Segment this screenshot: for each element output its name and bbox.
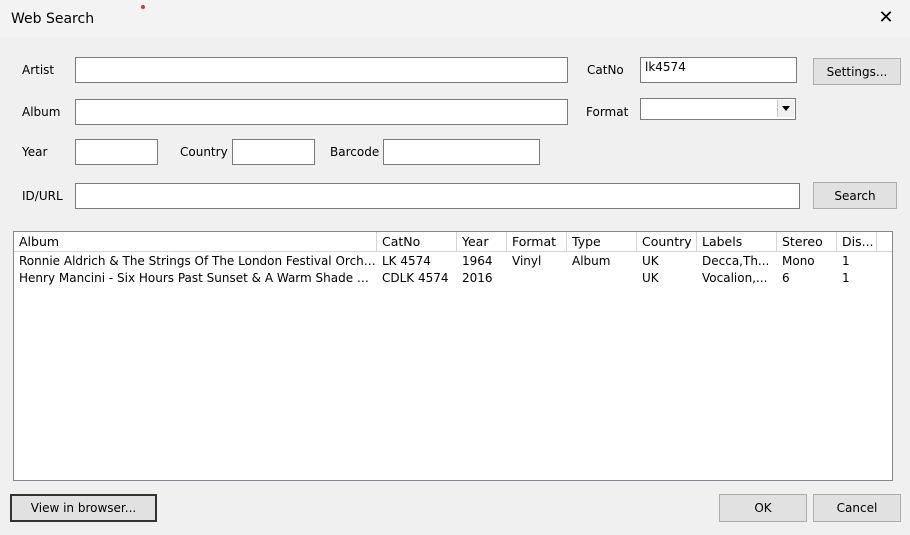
cell-format <box>507 270 567 287</box>
country-label: Country <box>180 145 228 159</box>
country-input[interactable] <box>232 139 315 165</box>
cell-album: Henry Mancini - Six Hours Past Sunset & … <box>19 271 377 285</box>
column-header-discs[interactable]: Dis... <box>837 232 877 252</box>
album-label: Album <box>22 105 61 119</box>
chevron-down-icon[interactable] <box>777 100 794 117</box>
column-header-country[interactable]: Country <box>637 232 697 252</box>
cell-format: Vinyl <box>512 254 542 268</box>
close-icon[interactable]: ✕ <box>876 8 896 28</box>
column-header-labels[interactable]: Labels <box>697 232 777 252</box>
column-header-type[interactable]: Type <box>567 232 637 252</box>
year-label: Year <box>22 145 48 159</box>
cell-discs: 1 <box>842 254 850 268</box>
cell-stereo: 6 <box>782 271 790 285</box>
list-header: Album CatNo Year Format Type Country Lab… <box>14 232 892 253</box>
format-select[interactable] <box>640 98 796 120</box>
status-dot <box>141 5 145 9</box>
catno-label: CatNo <box>587 63 624 77</box>
cell-album: Ronnie Aldrich & The Strings Of The Lond… <box>19 254 377 268</box>
cell-country: UK <box>642 254 659 268</box>
cell-type <box>567 270 637 287</box>
cell-year: 1964 <box>462 254 493 268</box>
cancel-button[interactable]: Cancel <box>813 494 901 522</box>
title-bar: Web Search ✕ <box>0 0 910 38</box>
cell-catno: CDLK 4574 <box>382 271 449 285</box>
column-header-year[interactable]: Year <box>457 232 507 252</box>
album-input[interactable] <box>75 99 568 125</box>
format-selected-value <box>641 100 646 117</box>
column-header-stereo[interactable]: Stereo <box>777 232 837 252</box>
barcode-label: Barcode <box>330 145 380 159</box>
cell-labels: Vocalion,... <box>702 271 768 285</box>
window-title: Web Search <box>11 11 95 27</box>
artist-label: Artist <box>22 63 55 77</box>
idurl-label: ID/URL <box>22 189 63 203</box>
cell-country: UK <box>642 271 659 285</box>
view-in-browser-button[interactable]: View in browser... <box>10 494 157 522</box>
idurl-input[interactable] <box>75 183 800 209</box>
column-header-album[interactable]: Album <box>14 232 377 252</box>
settings-button[interactable]: Settings... <box>813 58 901 85</box>
column-header-format[interactable]: Format <box>507 232 567 252</box>
artist-input[interactable] <box>75 57 568 83</box>
cell-stereo: Mono <box>782 254 815 268</box>
cell-labels: Decca,Th... <box>702 254 770 268</box>
cell-year: 2016 <box>462 271 493 285</box>
ok-button[interactable]: OK <box>719 494 807 522</box>
year-input[interactable] <box>75 139 158 165</box>
barcode-input[interactable] <box>383 139 540 165</box>
cell-discs: 1 <box>842 271 850 285</box>
results-list[interactable]: Album CatNo Year Format Type Country Lab… <box>13 231 893 481</box>
search-button[interactable]: Search <box>813 182 897 209</box>
column-header-filler <box>877 232 892 252</box>
cell-catno: LK 4574 <box>382 254 431 268</box>
catno-input[interactable] <box>640 57 797 83</box>
table-row[interactable]: Henry Mancini - Six Hours Past Sunset & … <box>14 270 892 287</box>
table-row[interactable]: Ronnie Aldrich & The Strings Of The Lond… <box>14 253 892 270</box>
cell-type: Album <box>572 254 611 268</box>
format-label: Format <box>586 105 629 119</box>
column-header-catno[interactable]: CatNo <box>377 232 457 252</box>
